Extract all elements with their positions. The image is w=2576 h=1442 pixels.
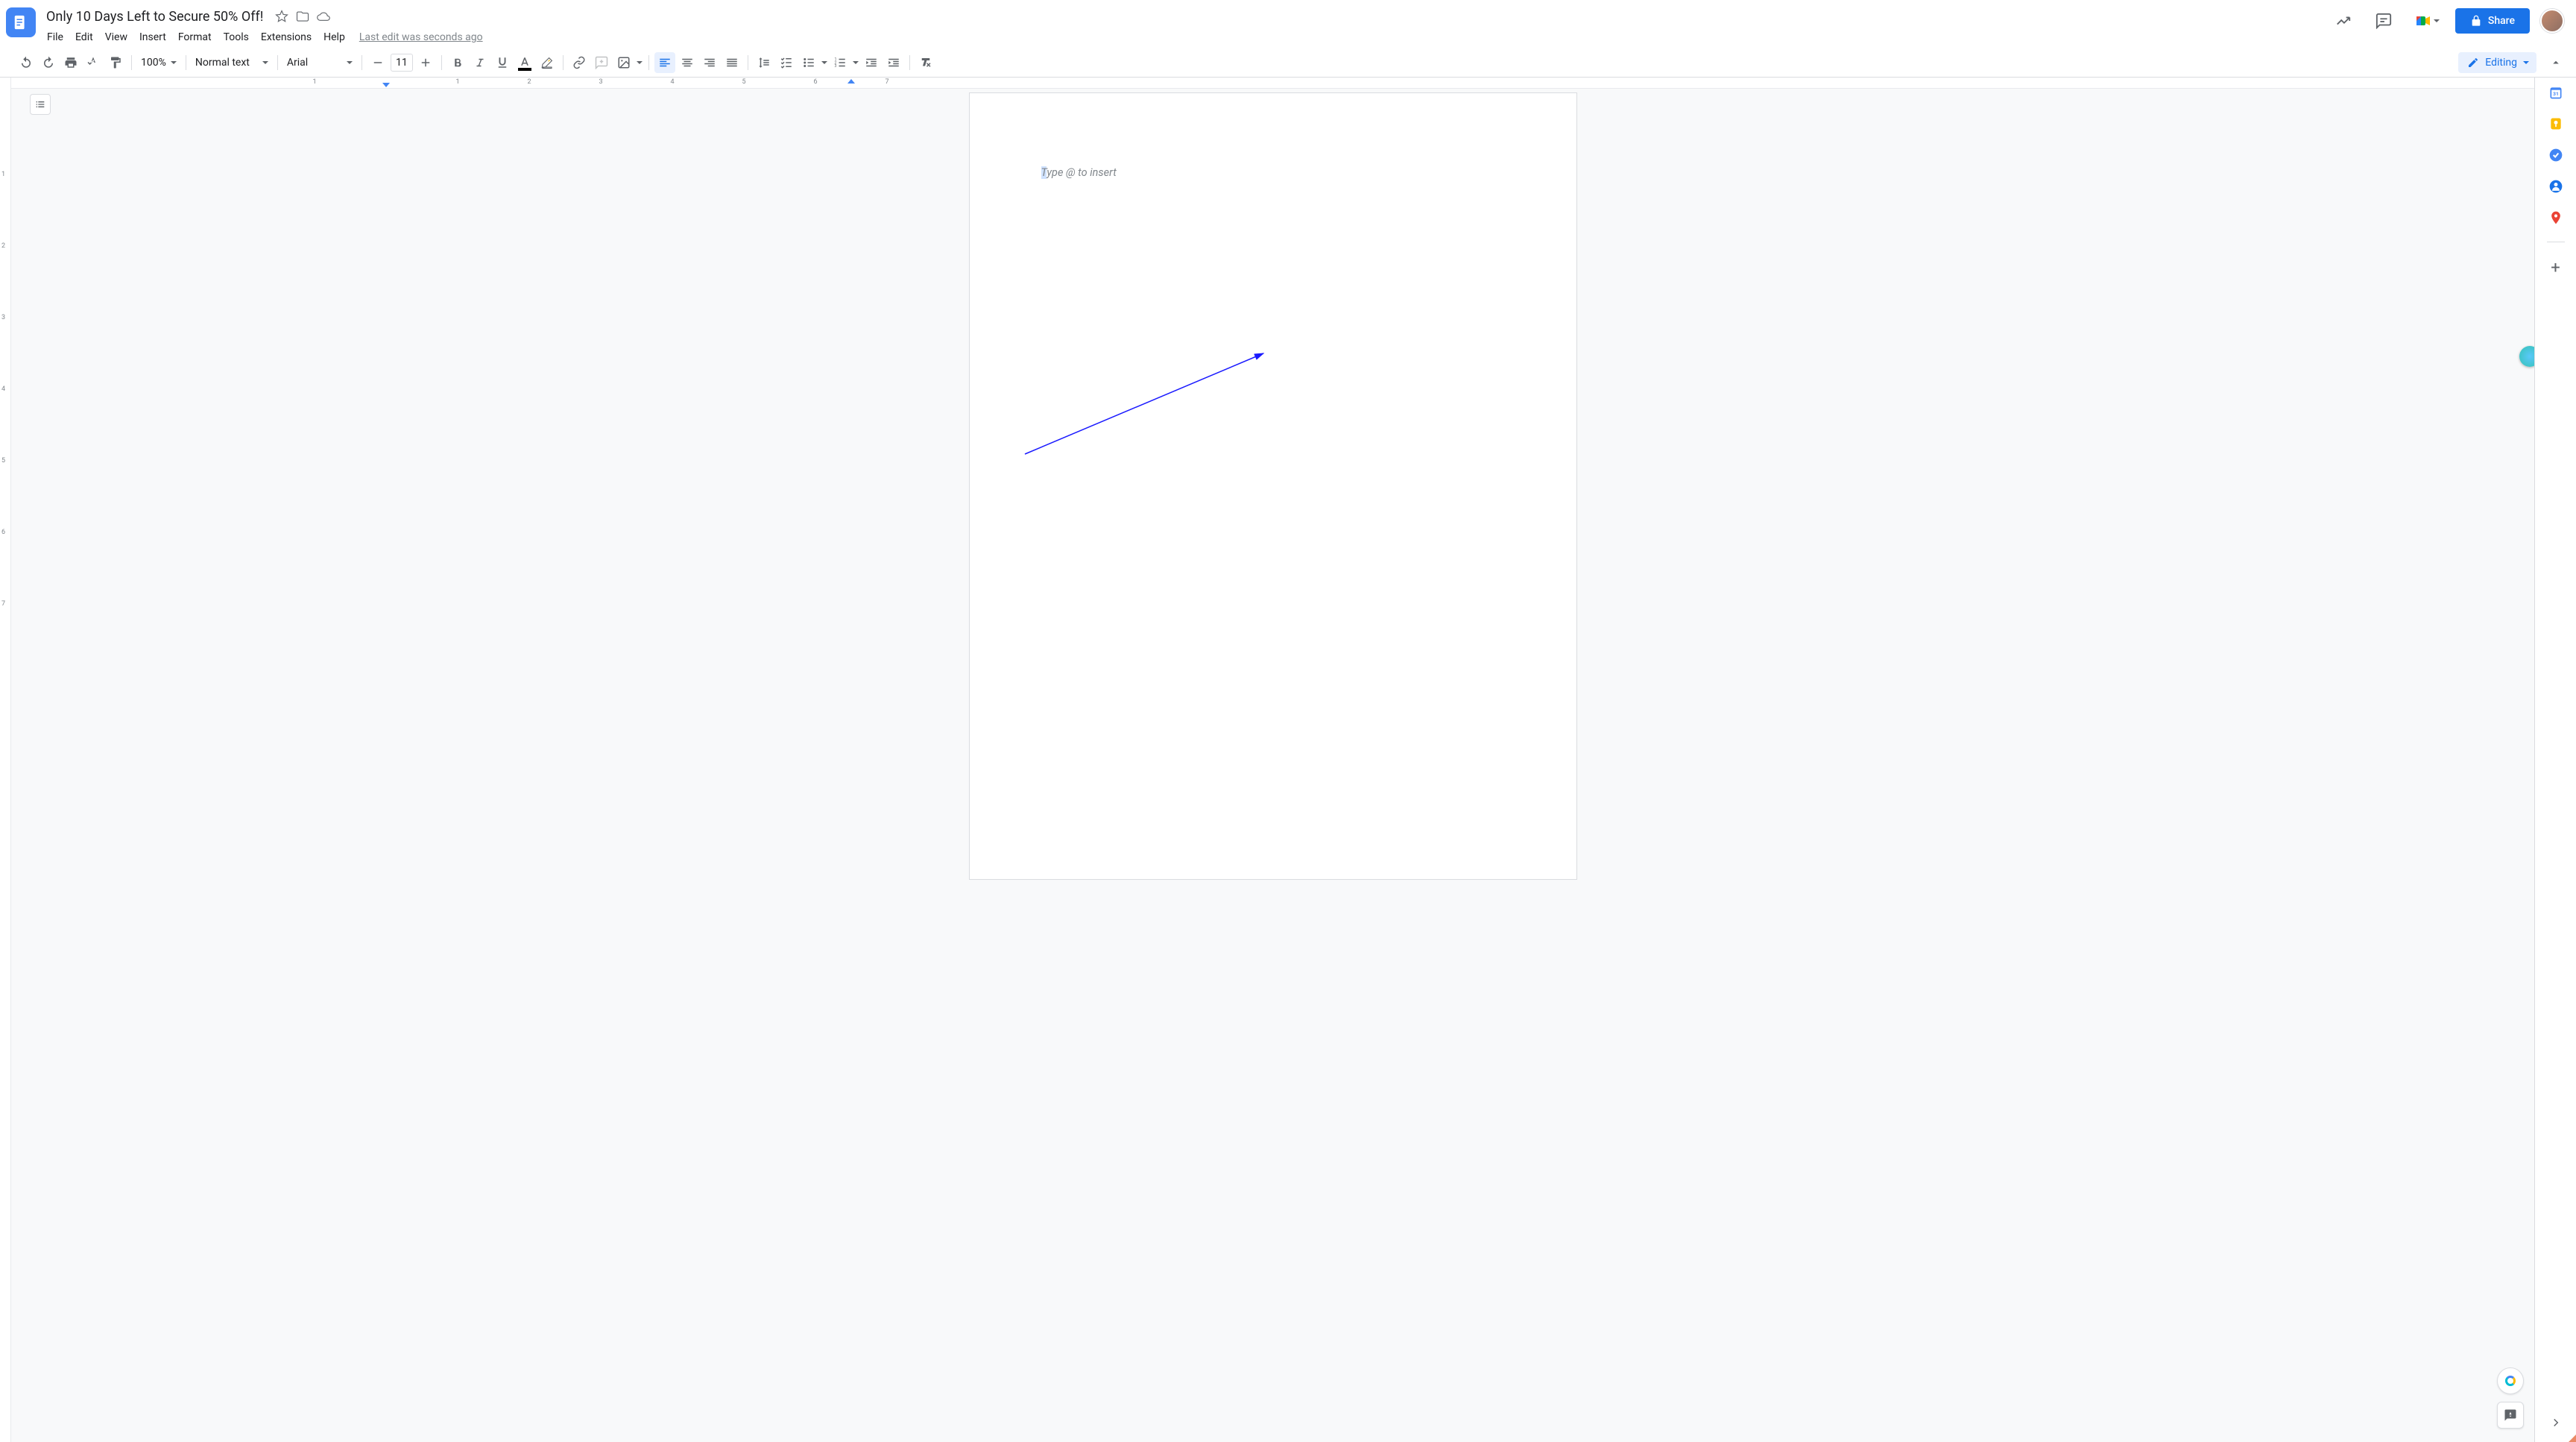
explore-button[interactable] — [2497, 1367, 2524, 1394]
insert-placeholder: Type @ to insert — [1041, 166, 1117, 179]
insert-image-dropdown[interactable] — [636, 52, 643, 73]
move-icon[interactable] — [296, 10, 309, 23]
horizontal-ruler[interactable]: 1 1 2 3 4 5 6 7 — [11, 78, 2534, 89]
spellcheck-button[interactable] — [83, 52, 104, 73]
share-button[interactable]: Share — [2455, 8, 2530, 34]
paint-format-button[interactable] — [105, 52, 126, 73]
undo-button[interactable] — [16, 52, 37, 73]
calendar-icon[interactable]: 31 — [2548, 85, 2563, 100]
italic-button[interactable] — [470, 52, 490, 73]
add-addon-button[interactable]: + — [2551, 259, 2560, 277]
clear-formatting-button[interactable] — [915, 52, 936, 73]
document-page[interactable]: Type @ to insert — [969, 92, 1577, 880]
star-icon[interactable] — [275, 10, 288, 23]
last-edit-link[interactable]: Last edit was seconds ago — [359, 31, 483, 43]
tasks-icon[interactable] — [2548, 148, 2563, 163]
window-resize-handle[interactable] — [2569, 1435, 2576, 1442]
vertical-ruler: 1 2 3 4 5 6 7 — [0, 78, 11, 1442]
highlight-button[interactable] — [537, 52, 558, 73]
bulleted-list-button[interactable] — [798, 52, 819, 73]
hide-sidepanel-button[interactable] — [2547, 1414, 2565, 1432]
align-left-button[interactable] — [654, 52, 675, 73]
keep-icon[interactable] — [2548, 116, 2563, 131]
dictionary-button[interactable] — [2497, 1402, 2524, 1429]
font-select[interactable]: Arial — [282, 57, 357, 69]
bold-button[interactable] — [447, 52, 468, 73]
paragraph-style-select[interactable]: Normal text — [191, 57, 273, 69]
bulleted-list-dropdown[interactable] — [821, 52, 828, 73]
cloud-status-icon[interactable] — [317, 10, 330, 23]
contacts-icon[interactable] — [2548, 179, 2563, 194]
menubar: File Edit View Insert Format Tools Exten… — [42, 27, 2329, 48]
font-size-increase[interactable] — [415, 52, 436, 73]
font-size-input[interactable] — [391, 54, 413, 72]
zoom-select[interactable]: 100% — [136, 57, 181, 69]
underline-button[interactable] — [492, 52, 513, 73]
menu-insert[interactable]: Insert — [134, 28, 171, 46]
maps-icon[interactable] — [2548, 210, 2563, 225]
menu-tools[interactable]: Tools — [218, 28, 254, 46]
redo-button[interactable] — [38, 52, 59, 73]
activity-icon[interactable] — [2329, 6, 2358, 36]
menu-file[interactable]: File — [42, 28, 69, 46]
docs-logo-icon[interactable] — [6, 7, 36, 37]
indent-decrease-button[interactable] — [861, 52, 882, 73]
menu-format[interactable]: Format — [173, 28, 217, 46]
align-center-button[interactable] — [677, 52, 698, 73]
numbered-list-dropdown[interactable] — [852, 52, 859, 73]
menu-edit[interactable]: Edit — [70, 28, 98, 46]
line-spacing-button[interactable] — [754, 52, 774, 73]
text-color-button[interactable] — [514, 52, 535, 73]
collapse-toolbar-button[interactable] — [2545, 52, 2566, 73]
menu-view[interactable]: View — [100, 28, 133, 46]
align-right-button[interactable] — [699, 52, 720, 73]
insert-link-button[interactable] — [569, 52, 590, 73]
print-button[interactable] — [60, 52, 81, 73]
align-justify-button[interactable] — [722, 52, 742, 73]
share-label: Share — [2488, 15, 2515, 27]
insert-image-button[interactable] — [613, 52, 634, 73]
menu-help[interactable]: Help — [318, 28, 350, 46]
side-panel: 31 + — [2534, 78, 2576, 1442]
collaborator-indicator[interactable] — [2519, 346, 2534, 367]
editing-mode-button[interactable]: Editing — [2458, 52, 2536, 73]
font-size-decrease[interactable] — [367, 52, 388, 73]
add-comment-button[interactable] — [591, 52, 612, 73]
checklist-button[interactable] — [776, 52, 797, 73]
toolbar: 100% Normal text Arial 123 Editing — [0, 48, 2576, 78]
document-outline-button[interactable] — [30, 94, 51, 115]
mode-label: Editing — [2485, 57, 2517, 69]
numbered-list-button[interactable]: 123 — [830, 52, 850, 73]
comments-icon[interactable] — [2369, 6, 2399, 36]
meet-button[interactable] — [2409, 8, 2445, 34]
svg-text:31: 31 — [2553, 91, 2559, 97]
account-avatar[interactable] — [2540, 9, 2564, 33]
svg-text:3: 3 — [834, 64, 836, 69]
indent-increase-button[interactable] — [883, 52, 904, 73]
menu-extensions[interactable]: Extensions — [256, 28, 317, 46]
document-title[interactable]: Only 10 Days Left to Secure 50% Off! — [42, 7, 268, 26]
